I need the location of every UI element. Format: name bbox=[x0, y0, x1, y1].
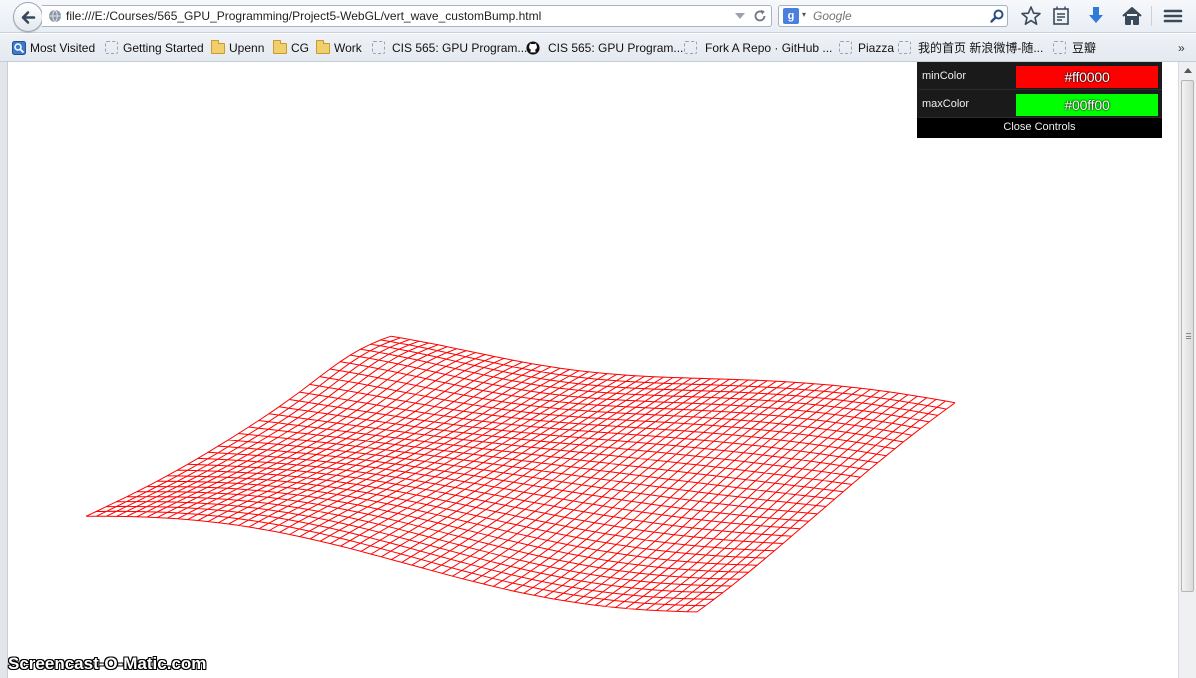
scrollbar-thumb[interactable] bbox=[1181, 80, 1194, 592]
navigation-toolbar: g ▾ bbox=[0, 0, 1196, 33]
control-min-color: minColor bbox=[917, 62, 1162, 90]
mesh-grid-lines bbox=[85, 335, 956, 613]
address-bar[interactable] bbox=[42, 5, 772, 27]
bookmarks-toolbar: Most Visited Getting Started Upenn CG Wo… bbox=[0, 34, 1196, 62]
search-engine-dropdown-icon[interactable]: ▾ bbox=[802, 10, 806, 19]
scrollbar-grip-icon bbox=[1186, 333, 1191, 339]
back-button[interactable] bbox=[13, 2, 43, 32]
bookmarks-overflow-button[interactable]: » bbox=[1178, 41, 1185, 55]
google-icon[interactable]: g bbox=[783, 8, 799, 24]
folder-icon bbox=[316, 40, 330, 54]
most-visited-icon bbox=[12, 41, 26, 55]
folder-icon bbox=[211, 40, 225, 54]
globe-icon bbox=[49, 9, 61, 23]
control-max-color: maxColor bbox=[917, 90, 1162, 118]
back-arrow-icon bbox=[21, 11, 36, 24]
vertical-scrollbar[interactable] bbox=[1178, 62, 1196, 678]
max-color-input[interactable] bbox=[1016, 94, 1158, 116]
wireframe-mesh bbox=[85, 335, 956, 613]
github-icon bbox=[526, 41, 540, 55]
bookmarks-menu-icon[interactable] bbox=[1049, 5, 1073, 27]
scroll-up-arrow-icon[interactable] bbox=[1179, 62, 1196, 79]
url-input[interactable] bbox=[66, 7, 726, 25]
window-left-border bbox=[0, 62, 8, 678]
close-controls-button[interactable]: Close Controls bbox=[917, 118, 1162, 138]
menu-hamburger-icon[interactable] bbox=[1161, 5, 1185, 27]
page-icon bbox=[105, 41, 118, 54]
screencast-watermark: Screencast-O-Matic.com bbox=[8, 654, 207, 673]
page-icon bbox=[839, 41, 852, 54]
page-icon bbox=[372, 41, 385, 54]
page-icon bbox=[684, 41, 697, 54]
min-color-input[interactable] bbox=[1016, 66, 1158, 88]
webgl-canvas[interactable] bbox=[8, 62, 1178, 678]
search-bar[interactable]: g ▾ bbox=[778, 5, 1008, 27]
reload-icon[interactable] bbox=[752, 8, 768, 24]
url-history-dropdown-icon[interactable] bbox=[734, 9, 746, 23]
toolbar-separator bbox=[1151, 6, 1152, 26]
folder-icon bbox=[273, 40, 287, 54]
search-input[interactable] bbox=[813, 8, 983, 24]
control-label-max-color: maxColor bbox=[922, 98, 970, 110]
page-icon bbox=[898, 41, 911, 54]
controls-panel: minColor maxColor Close Controls bbox=[917, 62, 1162, 138]
search-icon[interactable] bbox=[989, 8, 1005, 24]
home-icon[interactable] bbox=[1120, 5, 1144, 27]
bookmark-star-icon[interactable] bbox=[1019, 5, 1043, 27]
downloads-icon[interactable] bbox=[1084, 5, 1108, 27]
page-icon bbox=[1053, 41, 1066, 54]
control-label-min-color: minColor bbox=[922, 70, 967, 82]
